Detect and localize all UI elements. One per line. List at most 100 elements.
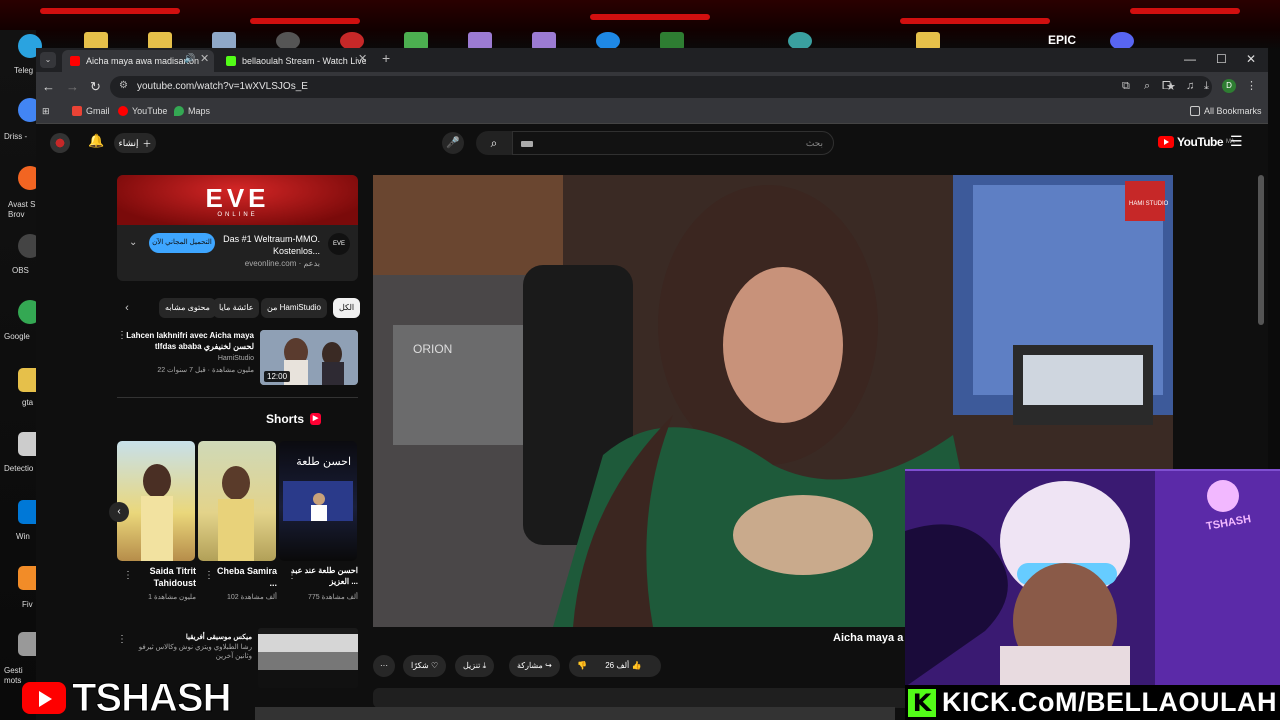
keyboard-icon[interactable] [521,141,533,147]
webcam-frame [905,471,1280,685]
bookmark-youtube[interactable]: YouTube [118,106,167,116]
channel-name: رشا الطبلاوي ويتزي نوش وكالاس ثيرفو وثان… [138,644,252,660]
chip-all[interactable]: الكل [333,298,361,318]
duration-badge: 12:00 [264,371,291,382]
install-app-icon[interactable]: ⧉ [1122,80,1130,93]
epic-games-icon[interactable]: EPIC [1048,33,1076,47]
like-icon[interactable]: 👍 [632,661,642,670]
tab-strip: ⌄ Aicha maya awa madisarton 🔊 ✕ bellaoul… [36,48,1268,72]
download-button[interactable]: تنزيل ⤓ [455,655,495,677]
kick-url: KICK.CoM/BELLAOULAH [942,687,1277,717]
wallpaper-stripe [590,14,710,20]
kick-logo-icon: K [908,688,936,717]
video-thumbnail[interactable]: 12:00 [260,330,358,385]
wallpaper-stripe [250,18,360,24]
page-scrollbar[interactable] [1258,175,1264,325]
new-tab-button[interactable]: + [382,50,390,66]
bookmarks-bar: ⊞ Gmail YouTube Maps All Bookmarks [36,102,1268,124]
youtube-logo[interactable]: YouTube MA [1158,135,1235,149]
bookmark-label: Maps [188,106,211,116]
bookmark-maps[interactable]: Maps [174,106,210,116]
channel-name[interactable]: HamiStudio [218,355,254,362]
short-views: 102 ألف مشاهدة [226,594,277,601]
notifications-bell-icon[interactable]: 🔔 [88,133,104,149]
desktop-top-icons [0,30,1280,50]
back-button[interactable]: ← [42,79,55,94]
shorts-heading: Shorts ▶ [266,412,322,426]
short-image [141,464,173,561]
chip-from-channel[interactable]: من HamiStudio [261,298,327,318]
video-title-main: Aicha maya a [833,632,904,644]
ad-banner[interactable]: EVE ONLINE [117,175,358,225]
youtube-handle-banner: TSHASH [22,675,280,720]
short-thumbnail[interactable]: احسن طلعة [279,441,357,561]
chevron-down-icon[interactable]: ⌄ [129,237,137,248]
short-title[interactable]: Cheba Samira ... [207,565,277,589]
maps-icon [174,106,184,116]
bookmark-gmail[interactable]: Gmail [72,106,110,116]
url-text: youtube.com/watch?v=1wXVLSJOs_E [137,81,308,92]
wallpaper-stripe [1130,8,1240,14]
ad-logo[interactable]: EVE [328,233,350,255]
filter-chips: ‹ الكل من HamiStudio عائشة مايا محتوى مش… [117,298,361,320]
chevron-left-icon[interactable]: ‹ [117,298,137,318]
apps-grid-icon[interactable]: ⊞ [42,106,50,117]
like-count: 26 ألف [605,661,630,670]
minimize-button[interactable]: — [1184,52,1196,66]
short-views: 775 ألف مشاهدة [307,594,358,601]
close-window-button[interactable]: ✕ [1246,52,1256,66]
address-bar[interactable]: ⚙ youtube.com/watch?v=1wXVLSJOs_E ⧉ ⌕ ★ [110,76,1212,98]
forward-button[interactable]: → [66,79,79,94]
short-thumbnail[interactable] [198,441,276,561]
maximize-button[interactable]: ☐ [1216,52,1227,66]
recommended-video[interactable]: ⋮ Lahcen lakhnifri avec Aicha maya tlfda… [117,330,358,388]
tab-close-icon[interactable]: ✕ [200,52,209,65]
voice-search-icon[interactable]: 🎤 [442,132,464,154]
shorts-icon: ▶ [310,413,322,425]
account-avatar[interactable] [50,133,70,153]
all-bookmarks-label: All Bookmarks [1204,106,1262,116]
media-icon[interactable]: ♫ [1186,80,1194,92]
search-button[interactable]: ⌕ [476,131,512,155]
ad-cta-button[interactable]: التحميل المجاني الآن [149,233,215,253]
ad-title[interactable]: Das #1 Weltraum-MMO. Kostenlos... [220,233,320,257]
all-bookmarks[interactable]: All Bookmarks [1190,106,1262,116]
youtube-handle: TSHASH [71,675,231,720]
site-info-icon[interactable]: ⚙ [119,80,128,91]
share-button[interactable]: مشاركة ↪ [509,655,560,677]
tab-title: bellaoulah Stream - Watch Live [242,56,366,66]
shorts-prev-arrow-icon[interactable]: ‹ [109,502,129,522]
short-thumbnail[interactable] [117,441,195,561]
bookmark-label: Gmail [86,106,110,116]
zoom-icon[interactable]: ⌕ [1144,80,1150,93]
like-dislike-group: 👎 26 ألف 👍 [569,655,661,677]
tab-close-icon[interactable]: ✕ [358,52,367,65]
youtube-logo-text: YouTube [1177,135,1224,149]
short-title[interactable]: Saida Titrit Tahidoust [126,565,196,589]
dislike-icon[interactable]: 👎 [577,661,587,670]
sponsored-ad-card[interactable]: EVE ONLINE EVE Das #1 Weltraum-MMO. Kost… [117,175,358,281]
profile-avatar[interactable]: D [1222,79,1236,93]
reload-button[interactable]: ↻ [90,79,101,95]
extensions-icon[interactable]: ⧠ [1162,80,1171,93]
chip-aicha-maya[interactable]: عائشة مايا [213,298,260,318]
browser-toolbar: ← → ↻ ⚙ youtube.com/watch?v=1wXVLSJOs_E … [36,72,1268,102]
search-input[interactable]: بحث [512,131,834,155]
video-actions: ··· شكرًا ♡ تنزيل ⤓ مشاركة ↪ 👎 26 ألف 👍 [373,655,943,677]
browser-menu-icon[interactable]: ⋮ [1246,79,1257,92]
more-actions-button[interactable]: ··· [373,655,395,677]
create-button[interactable]: إنشاء ＋ [114,133,156,153]
short-title[interactable]: احسن طلعة عند عبد العزيز ... [288,565,358,587]
divider [117,397,358,398]
tab-kick-stream[interactable]: bellaoulah Stream - Watch Live [218,50,366,72]
share-label: مشاركة [517,661,543,670]
speaker-icon[interactable]: 🔊 [184,53,195,64]
chip-related[interactable]: محتوى مشابه [159,298,216,318]
video-title[interactable]: ميكس موسيقى أفريقيا [186,633,252,641]
tab-search-icon[interactable]: ⌄ [40,52,56,68]
thanks-button[interactable]: شكرًا ♡ [403,655,447,677]
video-title[interactable]: Lahcen lakhnifri avec Aicha maya tlfdas … [124,330,254,352]
menu-hamburger-icon[interactable]: ☰ [1230,133,1243,150]
mixer-brand: ORION [413,342,452,356]
downloads-icon[interactable]: ⤓ [1204,80,1209,93]
